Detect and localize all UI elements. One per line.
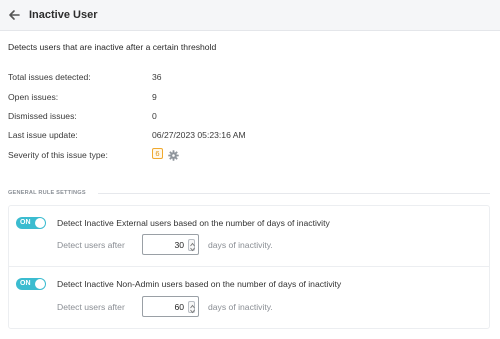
rule-divider (9, 266, 489, 267)
rule-1-suffix: days of inactivity. (208, 240, 273, 250)
last-update-value: 06/27/2023 05:23:16 AM (152, 130, 246, 140)
severity-badge: 6 (152, 148, 163, 159)
page-header: Inactive User (0, 0, 500, 31)
rule-2-title: Detect Inactive Non-Admin users based on… (57, 279, 342, 289)
rule-1-prefix: Detect users after (57, 240, 125, 250)
rule-1-days-value: 30 (174, 240, 184, 250)
rule-1-title: Detect Inactive External users based on … (57, 218, 330, 228)
rule-2-days-input[interactable]: 60 (142, 296, 199, 317)
page-title: Inactive User (29, 9, 98, 21)
rule-2-toggle[interactable]: ON (16, 278, 46, 290)
rule-1-toggle[interactable]: ON (16, 217, 46, 229)
dismissed-issues-value: 0 (152, 111, 157, 121)
rule-1-toggle-label: ON (20, 219, 31, 226)
rule-2-days-value: 60 (174, 302, 184, 312)
rule-1-toggle-knob (35, 218, 45, 228)
dismissed-issues-label: Dismissed issues: (8, 111, 77, 121)
rule-2-toggle-knob (35, 279, 45, 289)
section-divider (98, 193, 490, 194)
gear-icon[interactable] (168, 148, 179, 161)
back-arrow-icon[interactable] (7, 8, 21, 22)
last-update-label: Last issue update: (8, 130, 78, 140)
stepper-arrows-icon[interactable] (188, 301, 195, 314)
open-issues-value: 9 (152, 92, 157, 102)
open-issues-label: Open issues: (8, 92, 59, 102)
rule-2-prefix: Detect users after (57, 302, 125, 312)
rule-2-suffix: days of inactivity. (208, 302, 273, 312)
total-issues-value: 36 (152, 72, 162, 82)
section-title: GENERAL RULE SETTINGS (8, 190, 86, 196)
total-issues-label: Total issues detected: (8, 72, 91, 82)
rule-1-days-input[interactable]: 30 (142, 234, 199, 255)
severity-label: Severity of this issue type: (8, 150, 108, 160)
stepper-arrows-icon[interactable] (188, 239, 195, 252)
rule-2-toggle-label: ON (20, 280, 31, 287)
issue-description: Detects users that are inactive after a … (8, 42, 217, 52)
